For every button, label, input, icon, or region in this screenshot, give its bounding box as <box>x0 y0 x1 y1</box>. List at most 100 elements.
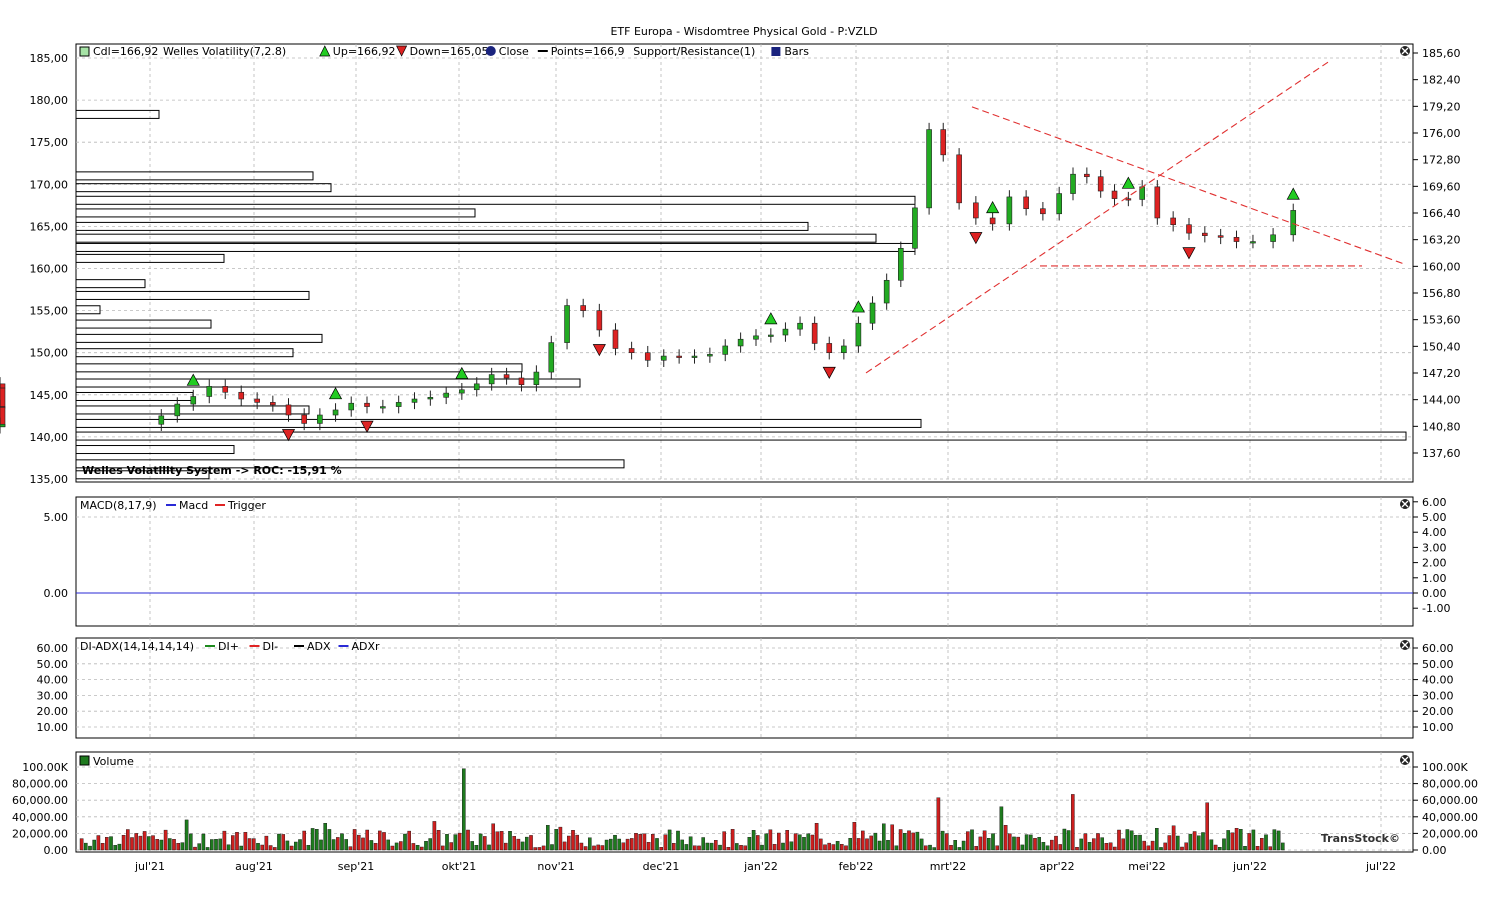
volume-bar <box>310 828 315 851</box>
volume-bar <box>617 838 621 851</box>
volume-bar <box>424 841 428 851</box>
close-dot-icon <box>485 46 496 56</box>
volume-bar <box>344 839 349 851</box>
volume-bar <box>243 832 248 851</box>
volume-bar <box>1201 832 1205 851</box>
volume-bar <box>785 830 789 851</box>
panel-close-icon[interactable] <box>1400 755 1410 765</box>
left-price-tick: 140,00 <box>30 431 69 444</box>
volume-bar <box>978 836 983 851</box>
volume-bar <box>1251 829 1256 851</box>
volume-bar <box>915 831 920 851</box>
right-price-tick: 147,20 <box>1422 367 1461 380</box>
volume-bar <box>756 835 760 851</box>
watermark: TransStock© <box>1321 832 1400 845</box>
volume-bar <box>751 830 756 851</box>
macd-legend-title: MACD(8,17,9) <box>80 499 157 512</box>
candle-body <box>973 202 979 219</box>
volume-bar <box>1045 845 1050 851</box>
volume-bar <box>415 845 420 851</box>
volume-bar <box>919 838 924 851</box>
volume-right-tick: 60,000.00 <box>1422 794 1478 807</box>
price-legend-label: Close <box>499 45 529 58</box>
volume-bar <box>764 833 768 851</box>
price-legend-item: Down=165,05 <box>396 45 488 58</box>
price-legend-item: Support/Resistance(1) <box>633 45 755 58</box>
adx-left-tick: 10.00 <box>37 721 69 734</box>
volume-bar <box>1209 839 1214 851</box>
candle-body <box>488 374 495 385</box>
volume-bar <box>146 836 151 851</box>
volume-bar <box>184 819 189 851</box>
volume-bar <box>667 829 672 851</box>
candle-body <box>190 396 197 405</box>
volume-bar <box>214 839 218 851</box>
panel-close-icon[interactable] <box>1400 640 1410 650</box>
volume-bar <box>819 838 823 851</box>
right-price-tick: 137,60 <box>1422 447 1461 460</box>
panel-close-icon[interactable] <box>1400 499 1410 509</box>
right-price-tick: 150,40 <box>1422 340 1461 353</box>
volume-bar <box>1142 840 1146 851</box>
x-tick-label: okt'21 <box>442 860 476 873</box>
volume-bar <box>642 833 647 851</box>
right-price-tick: 140,80 <box>1422 420 1461 433</box>
volume-bar <box>268 845 273 851</box>
volume-bar <box>222 830 227 851</box>
volume-bar <box>155 839 160 851</box>
volume-bar <box>659 847 663 851</box>
volume-bar <box>835 841 840 851</box>
volume-bar <box>646 842 651 851</box>
volume-bar <box>226 844 231 851</box>
volume-bar <box>1016 836 1020 851</box>
volume-bar <box>180 842 185 851</box>
volume-bar <box>604 839 609 851</box>
volume-bar <box>453 834 458 851</box>
right-price-tick: 160,00 <box>1422 260 1461 273</box>
volume-bar <box>1012 836 1016 851</box>
candle-body <box>612 329 619 349</box>
volume-bar <box>672 843 676 851</box>
candle-body <box>285 404 292 416</box>
volume-legend-icon <box>79 755 90 766</box>
volume-bar <box>138 835 143 851</box>
volume-bar <box>462 768 466 851</box>
macd-right-tick: 6.00 <box>1422 496 1447 509</box>
volume-bar <box>1213 844 1218 851</box>
candle-body <box>768 334 774 337</box>
panel-close-icon[interactable] <box>1400 46 1410 56</box>
volume-right-tick: 20,000.00 <box>1422 827 1478 840</box>
volume-bar <box>651 834 655 851</box>
volume-bar <box>571 830 575 851</box>
volume-bar <box>302 830 307 851</box>
candle-body <box>564 305 570 343</box>
left-price-tick: 165,00 <box>30 220 69 233</box>
volume-bar <box>1100 837 1104 851</box>
candle-body <box>1270 234 1276 242</box>
volume-bar <box>176 843 181 851</box>
adx-legend-label: DI+ <box>218 640 239 653</box>
macd-right-tick: 0.00 <box>1422 587 1447 600</box>
volume-bar <box>684 844 689 851</box>
volume-bar <box>1175 835 1180 851</box>
candle-body <box>1040 208 1046 215</box>
macd-panel[interactable] <box>75 496 1414 627</box>
volume-bar <box>966 831 970 851</box>
candle-body <box>427 397 434 400</box>
volume-bar <box>554 829 558 851</box>
adx-panel[interactable] <box>75 637 1414 739</box>
volume-bar <box>630 838 634 851</box>
volume-bar <box>298 839 302 851</box>
x-tick-label: apr'22 <box>1039 860 1074 873</box>
volume-bar <box>369 840 374 851</box>
volume-bar <box>247 838 252 851</box>
volume-bar <box>432 821 437 851</box>
volume-bar <box>1276 830 1281 851</box>
x-tick-label: jan'22 <box>743 860 778 873</box>
right-price-tick: 153,60 <box>1422 314 1461 327</box>
volume-bar <box>949 845 953 851</box>
volume-bar <box>197 843 202 851</box>
volume-bar <box>541 845 546 851</box>
volume-bar <box>768 829 773 851</box>
price-panel[interactable] <box>75 43 1414 483</box>
